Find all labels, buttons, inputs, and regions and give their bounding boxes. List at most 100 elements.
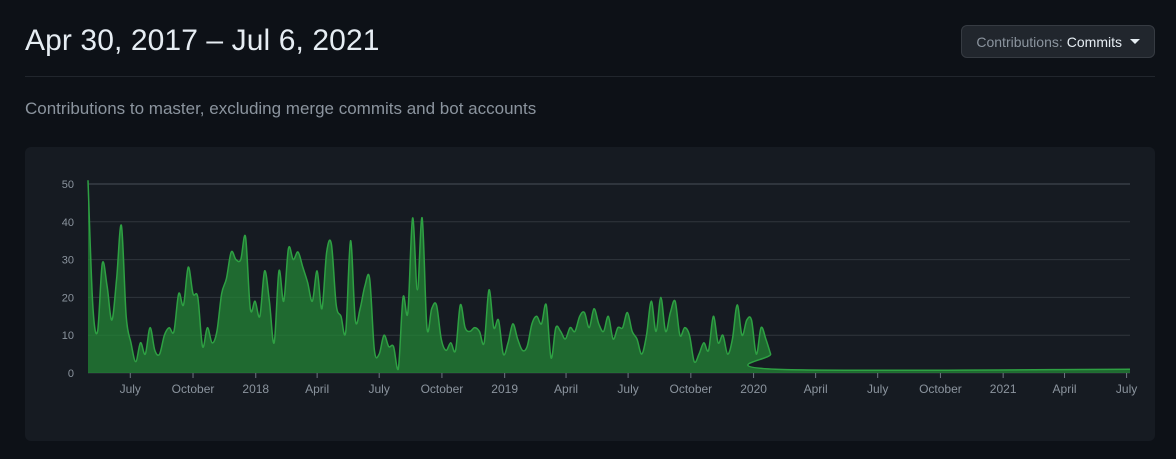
data-point[interactable] — [598, 325, 610, 337]
contributions-chart-panel: 0 10 20 30 40 50 July October 2018 April July Octo… — [25, 147, 1155, 441]
data-point[interactable] — [325, 238, 337, 250]
data-point[interactable] — [397, 291, 409, 303]
data-point[interactable] — [760, 333, 772, 345]
data-point[interactable] — [493, 314, 505, 326]
data-point[interactable] — [621, 307, 633, 319]
data-point[interactable] — [473, 325, 485, 337]
data-point[interactable] — [182, 261, 194, 273]
data-point[interactable] — [168, 325, 180, 337]
data-point[interactable] — [430, 299, 442, 311]
data-point[interactable] — [82, 174, 94, 186]
data-point[interactable] — [755, 322, 767, 334]
data-point[interactable] — [335, 310, 347, 322]
data-point[interactable] — [588, 303, 600, 315]
data-point[interactable] — [731, 299, 743, 311]
data-point[interactable] — [345, 235, 357, 247]
data-point[interactable] — [254, 310, 266, 322]
data-point[interactable] — [765, 348, 777, 360]
data-point[interactable] — [330, 299, 342, 311]
contributions-dropdown-button[interactable]: Contributions: Commits — [961, 25, 1155, 58]
data-point[interactable] — [421, 322, 433, 334]
data-point[interactable] — [173, 288, 185, 300]
x-tick-label: 2021 — [990, 382, 1017, 396]
data-point[interactable] — [450, 344, 462, 356]
data-point[interactable] — [340, 325, 352, 337]
data-point[interactable] — [87, 299, 99, 311]
data-point[interactable] — [292, 246, 304, 258]
data-point[interactable] — [392, 363, 404, 375]
data-point[interactable] — [454, 299, 466, 311]
data-point[interactable] — [211, 325, 223, 337]
data-point[interactable] — [302, 276, 314, 288]
contributions-chart: 0 10 20 30 40 50 July October 2018 April July Octo… — [62, 174, 1138, 396]
data-point[interactable] — [120, 310, 132, 322]
data-point[interactable] — [135, 337, 147, 349]
data-point[interactable] — [683, 329, 695, 341]
data-point[interactable] — [497, 348, 509, 360]
data-point[interactable] — [130, 356, 142, 368]
data-point[interactable] — [388, 341, 400, 353]
data-point[interactable] — [273, 265, 285, 277]
data-point[interactable] — [101, 280, 113, 292]
data-point[interactable] — [655, 291, 667, 303]
data-point[interactable] — [297, 261, 309, 273]
x-tick-label: 2020 — [740, 382, 767, 396]
data-point[interactable] — [373, 348, 385, 360]
data-point[interactable] — [92, 325, 104, 337]
y-tick-label: 20 — [62, 292, 74, 304]
data-point[interactable] — [349, 314, 361, 326]
data-point[interactable] — [521, 341, 533, 353]
data-point[interactable] — [411, 284, 423, 296]
data-point[interactable] — [316, 303, 328, 315]
data-point[interactable] — [106, 314, 118, 326]
data-point[interactable] — [607, 333, 619, 345]
data-point[interactable] — [736, 329, 748, 341]
data-point[interactable] — [669, 295, 681, 307]
data-point[interactable] — [569, 325, 581, 337]
data-point[interactable] — [259, 265, 271, 277]
data-point[interactable] — [545, 352, 557, 364]
x-tick-label: July — [1116, 382, 1137, 396]
data-point[interactable] — [540, 299, 552, 311]
data-point[interactable] — [206, 337, 218, 349]
data-point[interactable] — [144, 322, 156, 334]
data-point[interactable] — [703, 344, 715, 356]
data-point[interactable] — [602, 310, 614, 322]
data-point[interactable] — [311, 265, 323, 277]
data-point[interactable] — [750, 348, 762, 360]
data-point[interactable] — [177, 299, 189, 311]
x-tick-label: 2019 — [491, 382, 518, 396]
data-point[interactable] — [769, 363, 781, 375]
data-point[interactable] — [115, 220, 127, 232]
data-point[interactable] — [402, 307, 414, 319]
data-point[interactable] — [478, 337, 490, 349]
data-point[interactable] — [249, 295, 261, 307]
data-point[interactable] — [192, 291, 204, 303]
data-point[interactable] — [240, 231, 252, 243]
data-point[interactable] — [96, 257, 108, 269]
data-point[interactable] — [664, 307, 676, 319]
data-point[interactable] — [722, 348, 734, 360]
data-point[interactable] — [154, 348, 166, 360]
data-point[interactable] — [263, 295, 275, 307]
data-point[interactable] — [636, 348, 648, 360]
data-point[interactable] — [483, 284, 495, 296]
data-point[interactable] — [746, 314, 758, 326]
data-point[interactable] — [268, 337, 280, 349]
data-point[interactable] — [220, 273, 232, 285]
data-point[interactable] — [660, 325, 672, 337]
data-point[interactable] — [306, 295, 318, 307]
data-point[interactable] — [278, 295, 290, 307]
data-point[interactable] — [216, 288, 228, 300]
data-point[interactable] — [354, 303, 366, 315]
data-point[interactable] — [235, 254, 247, 266]
data-point[interactable] — [512, 333, 524, 345]
data-point[interactable] — [378, 329, 390, 341]
data-point[interactable] — [364, 273, 376, 285]
data-point[interactable] — [559, 333, 571, 345]
data-point[interactable] — [416, 212, 428, 224]
data-point[interactable] — [535, 318, 547, 330]
data-point[interactable] — [111, 273, 123, 285]
data-point[interactable] — [707, 310, 719, 322]
data-point[interactable] — [507, 318, 519, 330]
